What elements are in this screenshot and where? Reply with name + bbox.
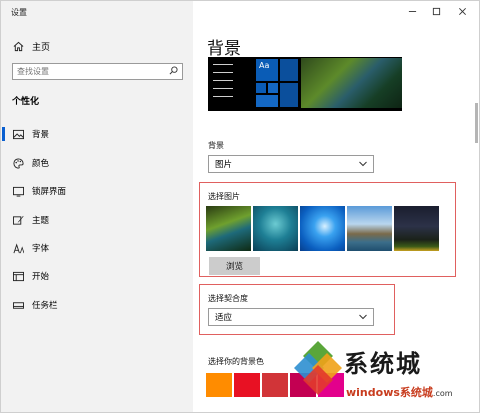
thumbnail-3[interactable] <box>300 206 345 251</box>
preview-tile-text: Aa <box>256 59 278 81</box>
sidebar-item-taskbar[interactable]: 任务栏 <box>1 296 193 314</box>
watermark-logo-icon <box>294 341 342 395</box>
main-panel: 背景 Aa 背景 图片 选择图片 浏览 选择契合度 适应 选择你的背景色 系统城… <box>193 1 479 412</box>
preview-line <box>213 80 233 81</box>
home-link[interactable]: 主页 <box>13 40 50 53</box>
preview-tile <box>280 83 298 107</box>
maximize-icon[interactable] <box>423 3 449 19</box>
preview-line <box>213 64 233 65</box>
fit-dropdown[interactable]: 适应 <box>208 308 374 326</box>
sidebar-item-label: 背景 <box>32 130 50 140</box>
thumbnail-5[interactable] <box>394 206 439 251</box>
preview-line <box>213 96 233 97</box>
watermark-url: windows系统城.com <box>346 384 453 400</box>
watermark-url-main: windows系统城 <box>346 386 433 399</box>
sidebar-item-label: 颜色 <box>32 159 50 169</box>
thumbnail-4[interactable] <box>347 206 392 251</box>
home-icon <box>13 41 24 52</box>
section-title: 个性化 <box>12 97 40 107</box>
font-icon <box>13 242 24 253</box>
selection-indicator <box>2 127 5 141</box>
picture-thumbnails <box>206 206 439 251</box>
sidebar-item-background[interactable]: 背景 <box>1 125 193 143</box>
fit-value: 适应 <box>215 313 233 323</box>
thumbnail-1[interactable] <box>206 206 251 251</box>
sidebar: 设置 主页 个性化 背景 <box>1 1 193 412</box>
watermark-url-suffix: .com <box>432 389 453 398</box>
background-label: 背景 <box>208 141 224 150</box>
sidebar-item-themes[interactable]: 主题 <box>1 211 193 229</box>
desktop-preview: Aa <box>208 57 402 111</box>
settings-window: 设置 主页 个性化 背景 <box>0 0 480 413</box>
taskbar-icon <box>13 301 24 309</box>
lock-screen-icon <box>13 186 24 197</box>
preview-tile <box>268 83 278 93</box>
sidebar-item-colors[interactable]: 颜色 <box>1 154 193 172</box>
sidebar-item-label: 主题 <box>32 216 50 226</box>
start-menu-icon <box>13 271 24 281</box>
chevron-down-icon <box>359 161 367 167</box>
color-swatch[interactable] <box>234 373 260 397</box>
color-swatch[interactable] <box>262 373 288 397</box>
close-icon[interactable] <box>449 3 475 19</box>
choose-picture-label: 选择图片 <box>208 192 240 201</box>
sidebar-item-label: 任务栏 <box>32 301 58 311</box>
search-box[interactable] <box>12 63 183 80</box>
palette-icon <box>13 157 24 169</box>
minimize-icon[interactable] <box>399 3 425 19</box>
watermark: 系统城 windows系统城.com <box>288 336 479 412</box>
preview-wallpaper <box>301 58 402 108</box>
color-swatch[interactable] <box>206 373 232 397</box>
sidebar-item-start[interactable]: 开始 <box>1 267 193 285</box>
page-title: 背景 <box>207 39 241 59</box>
sidebar-item-label: 锁屏界面 <box>32 187 67 197</box>
sidebar-item-lock-screen[interactable]: 锁屏界面 <box>1 182 193 200</box>
picture-icon <box>13 129 24 139</box>
preview-line <box>213 72 233 73</box>
window-title: 设置 <box>11 8 27 17</box>
background-value: 图片 <box>215 160 233 170</box>
fit-label: 选择契合度 <box>208 294 248 303</box>
preview-line <box>213 88 233 89</box>
browse-button[interactable]: 浏览 <box>209 257 260 275</box>
theme-brush-icon <box>13 215 24 225</box>
home-label: 主页 <box>32 43 51 53</box>
scrollbar-thumb[interactable] <box>475 103 478 143</box>
watermark-text: 系统城 <box>344 349 422 378</box>
search-icon[interactable] <box>169 66 178 75</box>
bg-color-label: 选择你的背景色 <box>208 357 264 366</box>
preview-tile <box>256 83 266 93</box>
chevron-down-icon <box>359 314 367 320</box>
sidebar-item-fonts[interactable]: 字体 <box>1 239 193 257</box>
sidebar-item-label: 开始 <box>32 272 50 282</box>
thumbnail-2[interactable] <box>253 206 298 251</box>
background-dropdown[interactable]: 图片 <box>208 155 374 173</box>
search-input[interactable] <box>13 64 166 79</box>
sidebar-item-label: 字体 <box>32 244 50 254</box>
preview-tile <box>256 95 278 107</box>
preview-tile <box>280 59 298 81</box>
